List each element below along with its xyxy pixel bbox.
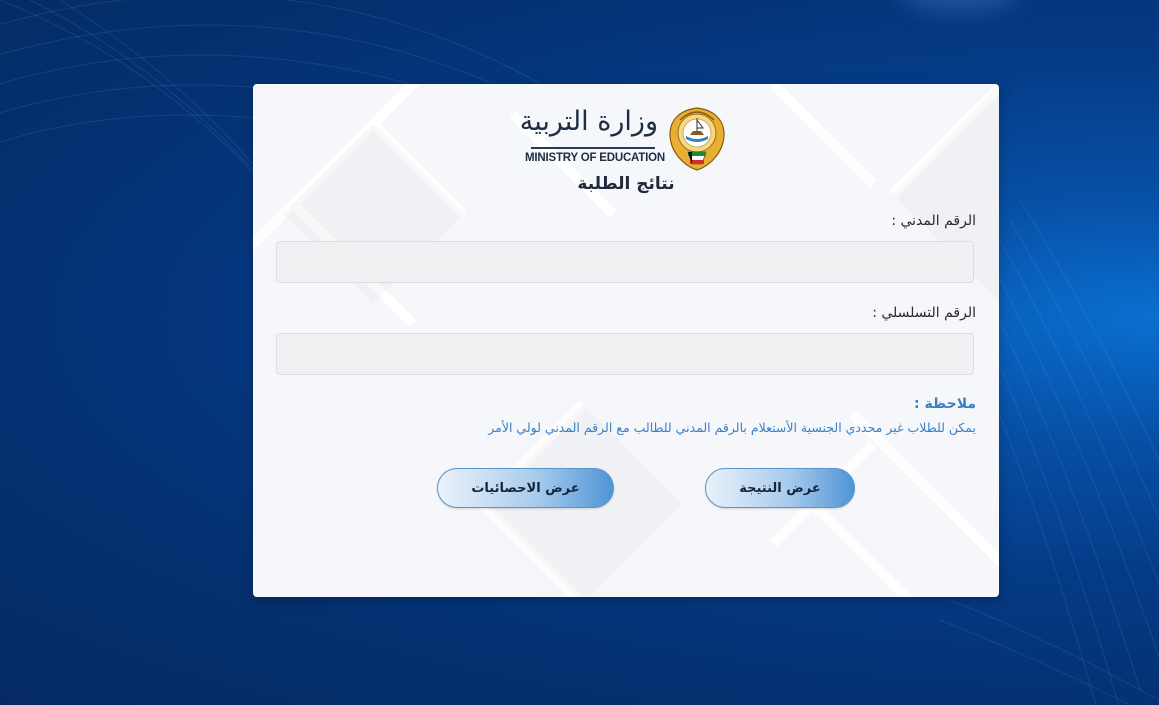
kuwait-emblem-icon (669, 107, 725, 171)
logo-english-text: MINISTRY OF EDUCATION (525, 152, 665, 164)
page-title: نتائج الطلبة (577, 174, 675, 194)
show-result-button[interactable]: عرض النتيجة (705, 468, 855, 508)
show-statistics-button[interactable]: عرض الاحصائيات (437, 468, 614, 508)
serial-number-input[interactable] (276, 333, 974, 375)
ministry-logo: وزارة التربية MINISTRY OF EDUCATION (519, 106, 728, 172)
logo-divider (531, 147, 655, 149)
serial-number-label: الرقم التسلسلي : (872, 305, 976, 321)
logo-arabic-text: وزارة التربية (519, 106, 658, 137)
note-text: يمكن للطلاب غير محددي الجنسية الأستعلام … (488, 420, 976, 435)
note-title: ملاحظة : (914, 396, 976, 412)
civil-id-label: الرقم المدني : (891, 213, 976, 229)
civil-id-input[interactable] (276, 241, 974, 283)
results-card: وزارة التربية MINISTRY OF EDUCATION نتائ… (253, 84, 999, 597)
